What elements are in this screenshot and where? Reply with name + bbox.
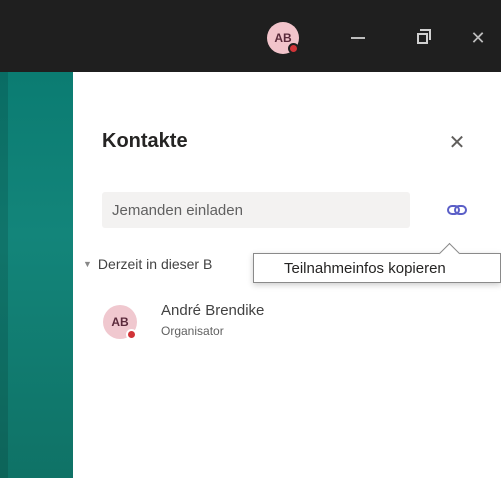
participant-initials: AB (111, 315, 129, 329)
presence-busy-icon (288, 43, 299, 54)
presence-busy-icon (126, 329, 137, 340)
invite-placeholder: Jemanden einladen (112, 201, 243, 219)
participant-avatar: AB (103, 305, 137, 340)
tooltip-text: Teilnahmeinfos kopieren (284, 259, 446, 277)
tooltip: Teilnahmeinfos kopieren (253, 253, 501, 283)
restore-button[interactable] (402, 22, 442, 54)
participant-row[interactable]: AB André Brendike Organisator (103, 302, 463, 352)
participant-role: Organisator (161, 324, 224, 338)
section-currently-in-meeting[interactable]: ▼ Derzeit in dieser B (83, 256, 212, 272)
chevron-down-icon: ▼ (83, 259, 92, 269)
close-icon: ✕ (470, 27, 486, 48)
minimize-icon (351, 37, 365, 39)
invite-search-input[interactable]: Jemanden einladen (102, 192, 410, 228)
title-bar: AB ✕ (0, 0, 501, 72)
restore-icon (416, 28, 431, 44)
close-panel-button[interactable]: ✕ (445, 130, 469, 154)
user-avatar[interactable]: AB (267, 22, 299, 54)
user-avatar-initials: AB (274, 31, 292, 45)
section-label: Derzeit in dieser B (97, 256, 213, 272)
panel-title: Kontakte (102, 130, 188, 152)
minimize-button[interactable] (338, 22, 378, 54)
close-icon: ✕ (448, 131, 466, 154)
copy-join-info-button[interactable] (443, 198, 471, 222)
window-close-button[interactable]: ✕ (458, 22, 498, 54)
meeting-background (0, 72, 73, 478)
participant-name: André Brendike (161, 302, 265, 319)
link-icon (447, 205, 467, 215)
